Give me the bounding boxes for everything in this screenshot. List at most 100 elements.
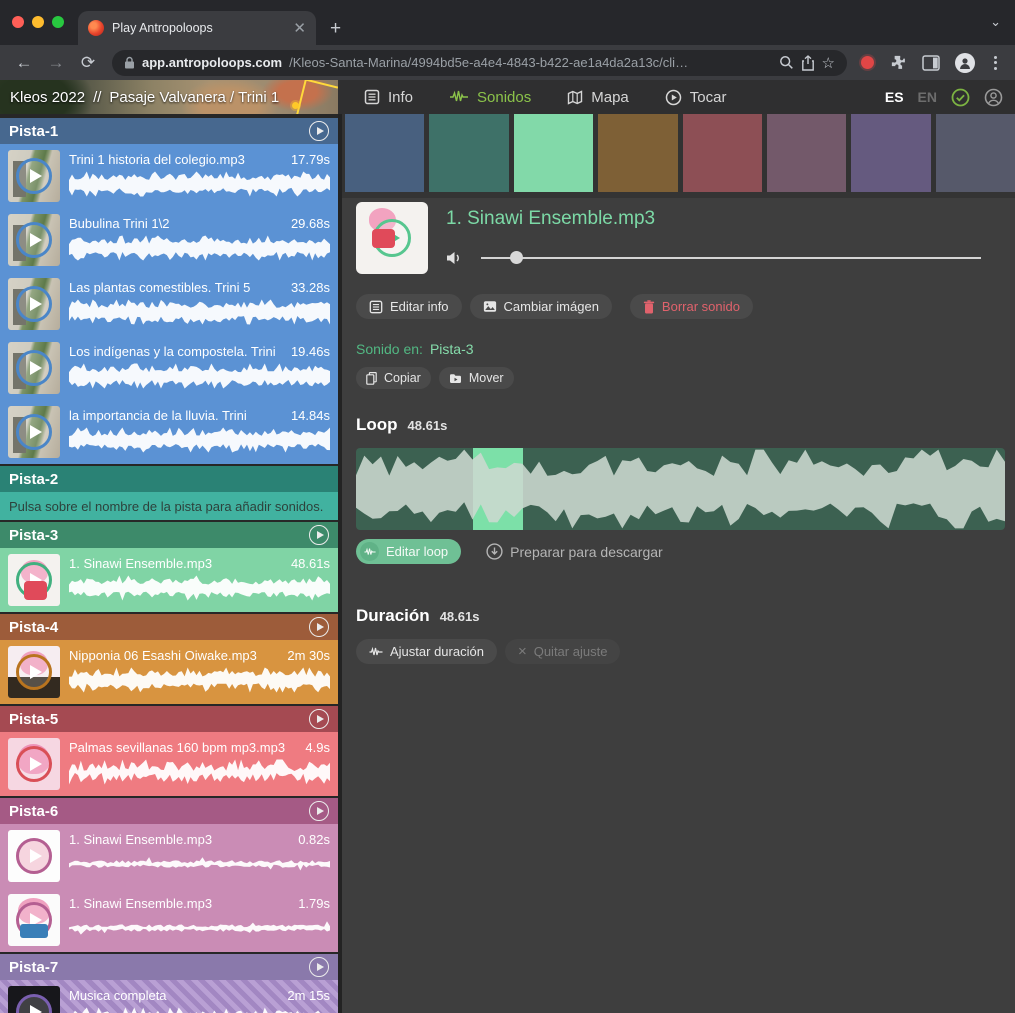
back-button[interactable]: ← bbox=[10, 53, 38, 73]
track-play-button[interactable] bbox=[309, 121, 329, 141]
copy-button[interactable]: Copiar bbox=[356, 367, 431, 389]
clip-item[interactable]: la importancia de la lluvia. Trini14.84s bbox=[0, 400, 338, 464]
track-swatch-5[interactable] bbox=[683, 114, 762, 192]
track-name[interactable]: Pista-1 bbox=[9, 123, 309, 140]
bookmark-star-icon[interactable]: ☆ bbox=[822, 54, 835, 72]
track-header[interactable]: Pista-4 bbox=[0, 614, 338, 640]
track-play-button[interactable] bbox=[309, 957, 329, 977]
clip-thumbnail[interactable] bbox=[8, 554, 60, 606]
clip-play-overlay-icon[interactable] bbox=[16, 654, 52, 690]
clip-play-overlay-icon[interactable] bbox=[16, 994, 52, 1013]
clip-play-overlay-icon[interactable] bbox=[16, 746, 52, 782]
lang-es[interactable]: ES bbox=[885, 89, 904, 105]
track-play-button[interactable] bbox=[309, 617, 329, 637]
clip-item[interactable]: Nipponia 06 Esashi Oiwake.mp32m 30s bbox=[0, 640, 338, 704]
side-panel-icon[interactable] bbox=[922, 55, 940, 71]
tab-tocar[interactable]: Tocar bbox=[665, 89, 727, 106]
track-swatch-6[interactable] bbox=[767, 114, 846, 192]
extensions-puzzle-icon[interactable] bbox=[889, 54, 907, 72]
track-name[interactable]: Pista-2 bbox=[9, 471, 329, 488]
new-tab-button[interactable]: + bbox=[330, 19, 341, 38]
address-bar[interactable]: app.antropoloops.com /Kleos-Santa-Marina… bbox=[112, 50, 847, 76]
clip-thumbnail[interactable] bbox=[8, 214, 60, 266]
clip-item[interactable]: 1. Sinawi Ensemble.mp31.79s bbox=[0, 888, 338, 952]
record-extension-icon[interactable] bbox=[861, 56, 874, 69]
track-header[interactable]: Pista-2 bbox=[0, 466, 338, 492]
move-button[interactable]: Mover bbox=[439, 367, 514, 389]
clip-thumbnail[interactable] bbox=[8, 150, 60, 202]
check-circle-icon[interactable] bbox=[951, 88, 970, 107]
prepare-download-button[interactable]: Preparar para descargar bbox=[473, 539, 676, 564]
clip-play-overlay-icon[interactable] bbox=[16, 902, 52, 938]
track-swatch-3-selected[interactable] bbox=[514, 114, 593, 192]
clip-thumbnail[interactable] bbox=[8, 406, 60, 458]
clip-play-overlay-icon[interactable] bbox=[16, 350, 52, 386]
track-play-button[interactable] bbox=[309, 801, 329, 821]
tab-mapa[interactable]: Mapa bbox=[567, 89, 629, 106]
track-header[interactable]: Pista-7 bbox=[0, 954, 338, 980]
track-name[interactable]: Pista-6 bbox=[9, 803, 309, 820]
close-window-button[interactable] bbox=[12, 16, 24, 28]
breadcrumb-photo[interactable]: Kleos 2022 // Pasaje Valvanera / Trini 1 bbox=[0, 80, 338, 114]
clip-thumbnail[interactable] bbox=[8, 342, 60, 394]
clip-play-overlay-icon[interactable] bbox=[16, 222, 52, 258]
tab-close-icon[interactable]: ✕ bbox=[293, 21, 306, 36]
track-name[interactable]: Pista-3 bbox=[9, 527, 309, 544]
track-name[interactable]: Pista-7 bbox=[9, 959, 309, 976]
sound-in-track-link[interactable]: Pista-3 bbox=[430, 341, 474, 357]
clip-thumbnail[interactable] bbox=[8, 738, 60, 790]
clip-item[interactable]: 1. Sinawi Ensemble.mp348.61s bbox=[0, 548, 338, 612]
loop-waveform-panel[interactable] bbox=[356, 448, 1005, 530]
clip-thumbnail[interactable] bbox=[8, 278, 60, 330]
clip-play-overlay-icon[interactable] bbox=[16, 158, 52, 194]
clip-thumbnail[interactable] bbox=[8, 986, 60, 1013]
breadcrumb-project[interactable]: Kleos 2022 bbox=[10, 89, 85, 106]
lang-en[interactable]: EN bbox=[918, 89, 937, 105]
sound-play-overlay-icon[interactable] bbox=[373, 219, 411, 257]
tab-info[interactable]: Info bbox=[364, 89, 413, 106]
track-header[interactable]: Pista-5 bbox=[0, 706, 338, 732]
clip-item[interactable]: Las plantas comestibles. Trini 533.28s bbox=[0, 272, 338, 336]
track-swatch-2[interactable] bbox=[429, 114, 508, 192]
browser-tab[interactable]: Play Antropoloops ✕ bbox=[78, 11, 316, 45]
edit-loop-button[interactable]: Editar loop bbox=[356, 539, 461, 564]
clip-item[interactable]: Los indígenas y la compostela. Trini19.4… bbox=[0, 336, 338, 400]
clip-play-overlay-icon[interactable] bbox=[16, 838, 52, 874]
tab-sonidos[interactable]: Sonidos bbox=[449, 89, 531, 106]
forward-button[interactable]: → bbox=[42, 53, 70, 73]
clip-item[interactable]: 1. Sinawi Ensemble.mp30.82s bbox=[0, 824, 338, 888]
reload-button[interactable]: ⟳ bbox=[74, 53, 102, 73]
clip-item[interactable]: Bubulina Trini 1\229.68s bbox=[0, 208, 338, 272]
track-swatch-8[interactable] bbox=[936, 114, 1015, 192]
track-name[interactable]: Pista-5 bbox=[9, 711, 309, 728]
share-icon[interactable] bbox=[801, 55, 815, 71]
account-icon[interactable] bbox=[984, 88, 1003, 107]
track-play-button[interactable] bbox=[309, 525, 329, 545]
track-swatch-1[interactable] bbox=[345, 114, 424, 192]
sound-thumbnail[interactable] bbox=[356, 202, 428, 274]
track-header[interactable]: Pista-6 bbox=[0, 798, 338, 824]
zoom-window-button[interactable] bbox=[52, 16, 64, 28]
track-play-button[interactable] bbox=[309, 709, 329, 729]
clip-item[interactable]: Palmas sevillanas 160 bpm mp3.mp34.9s bbox=[0, 732, 338, 796]
edit-info-button[interactable]: Editar info bbox=[356, 294, 462, 319]
volume-slider[interactable] bbox=[481, 257, 981, 259]
tab-search-chevron-icon[interactable]: ⌄ bbox=[990, 14, 1001, 30]
track-header[interactable]: Pista-1 bbox=[0, 118, 338, 144]
clip-item[interactable]: Trini 1 historia del colegio.mp317.79s bbox=[0, 144, 338, 208]
clip-thumbnail[interactable] bbox=[8, 894, 60, 946]
change-image-button[interactable]: Cambiar imágen bbox=[470, 294, 612, 319]
track-swatch-7[interactable] bbox=[851, 114, 930, 192]
volume-slider-thumb[interactable] bbox=[510, 251, 523, 264]
remove-adjust-button[interactable]: × Quitar ajuste bbox=[505, 639, 620, 664]
adjust-duration-button[interactable]: Ajustar duración bbox=[356, 639, 497, 664]
track-name[interactable]: Pista-4 bbox=[9, 619, 309, 636]
clip-play-overlay-icon[interactable] bbox=[16, 562, 52, 598]
clip-play-overlay-icon[interactable] bbox=[16, 286, 52, 322]
minimize-window-button[interactable] bbox=[32, 16, 44, 28]
clip-thumbnail[interactable] bbox=[8, 646, 60, 698]
profile-avatar[interactable] bbox=[955, 53, 975, 73]
track-header[interactable]: Pista-3 bbox=[0, 522, 338, 548]
browser-menu-icon[interactable] bbox=[990, 56, 1001, 70]
zoom-icon[interactable] bbox=[779, 55, 794, 70]
